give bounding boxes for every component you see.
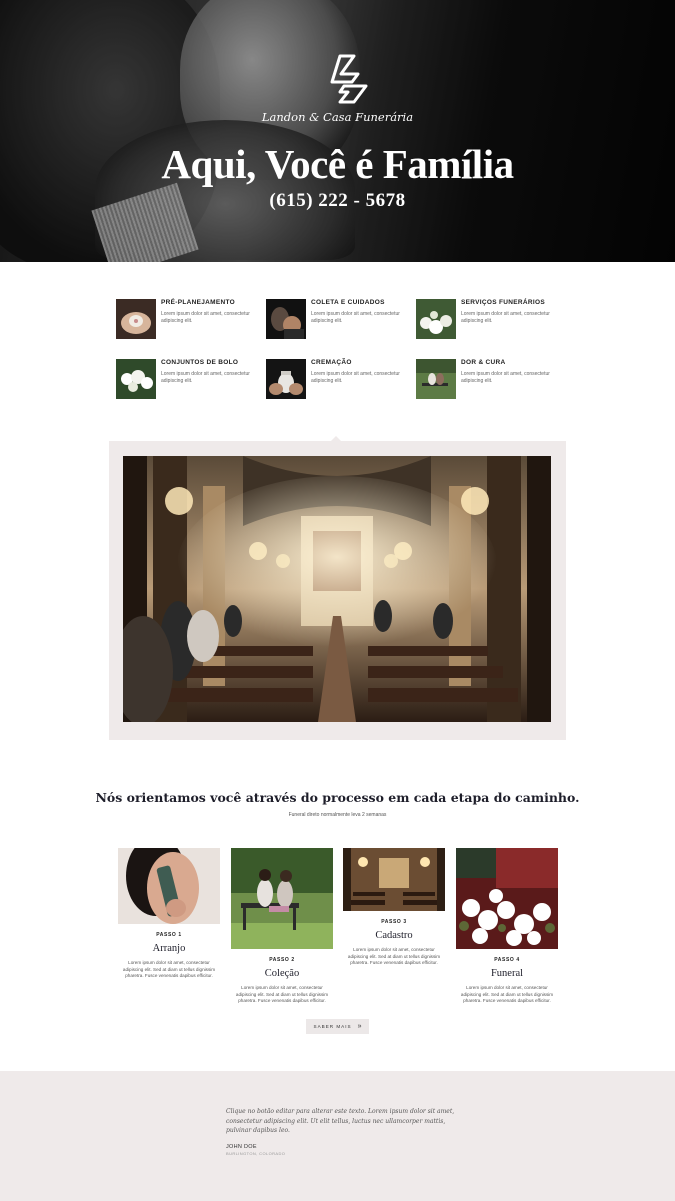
step-card-2: PASSO 2 Coleção Lorem ipsum dolor sit am…	[231, 848, 333, 1005]
service-collection-care[interactable]: COLETA E CUIDADOS Lorem ipsum dolor sit …	[266, 299, 416, 341]
service-pre-planning[interactable]: PRÉ-PLANEJAMENTO Lorem ipsum dolor sit a…	[116, 299, 266, 341]
process-subtitle: Funeral direto normalmente leva 2 semana…	[288, 812, 387, 818]
service-grief-healing[interactable]: DOR & CURA Lorem ipsum dolor sit amet, c…	[416, 359, 566, 401]
learn-more-label: SABER MAIS	[313, 1024, 352, 1029]
church-interior-photo	[123, 456, 551, 722]
step-card-3: PASSO 3 Cadastro Lorem ipsum dolor sit a…	[343, 848, 445, 967]
flowers-photo-icon	[416, 299, 456, 339]
brand-logo-icon[interactable]	[324, 54, 372, 106]
hero-overlay	[0, 0, 675, 262]
testimonial-quote: Clique no botão editar para alterar este…	[226, 1108, 455, 1134]
park-bench-photo	[231, 848, 333, 949]
step-card-1: PASSO 1 Arranjo Lorem ipsum dolor sit am…	[118, 848, 220, 980]
testimonial-location: BURLINGTON, COLORADO	[226, 1151, 286, 1156]
urn-photo-icon	[266, 359, 306, 399]
casket-flowers-photo	[456, 848, 558, 949]
testimonial-author: JOHN DOE	[226, 1144, 257, 1150]
phone-call-photo	[118, 848, 220, 924]
hands-photo-icon	[266, 299, 306, 339]
flowers-photo-icon	[116, 359, 156, 399]
step-card-4: PASSO 4 Funeral Lorem ipsum dolor sit am…	[456, 848, 558, 1005]
bench-photo-icon	[416, 359, 456, 399]
service-funeral-services[interactable]: SERVIÇOS FUNERÁRIOS Lorem ipsum dolor si…	[416, 299, 566, 341]
brand-name: Landon & Casa Funerária	[261, 110, 414, 124]
testimonial-section	[0, 1071, 675, 1201]
service-cremation[interactable]: CREMAÇÃO Lorem ipsum dolor sit amet, con…	[266, 359, 416, 401]
phone-number-link[interactable]: (615) 222 - 5678	[0, 190, 675, 212]
learn-more-button[interactable]: SABER MAIS »	[306, 1019, 369, 1034]
hero-banner	[0, 0, 675, 262]
hero-title: Aqui, Você é Família	[161, 141, 514, 187]
process-heading: Nós orientamos você através do processo …	[95, 790, 580, 805]
hands-photo-icon	[116, 299, 156, 339]
service-cake-sets[interactable]: CONJUNTOS DE BOLO Lorem ipsum dolor sit …	[116, 359, 266, 401]
chapel-photo	[343, 848, 445, 911]
double-chevron-right-icon: »	[357, 1023, 362, 1030]
